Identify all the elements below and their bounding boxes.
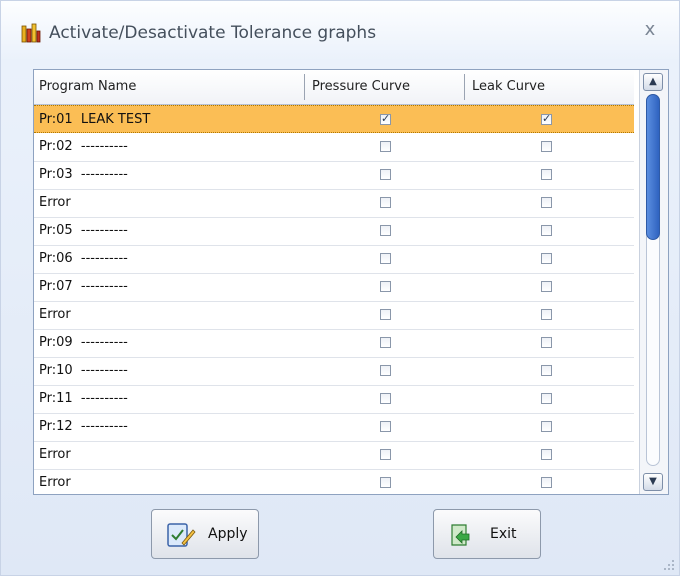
program-name-cell: Error bbox=[39, 447, 71, 462]
table-row[interactable]: Pr:06 ---------- bbox=[34, 245, 634, 274]
table-row[interactable]: Pr:09 ---------- bbox=[34, 329, 634, 358]
leak-curve-checkbox[interactable] bbox=[541, 337, 552, 348]
leak-curve-checkbox[interactable] bbox=[541, 253, 552, 264]
title-bar[interactable]: Activate/Desactivate Tolerance graphs x bbox=[1, 1, 679, 65]
column-header-pressure-curve[interactable]: Pressure Curve bbox=[312, 70, 410, 104]
program-name-cell: Pr:11 ---------- bbox=[39, 391, 128, 406]
leak-curve-checkbox[interactable] bbox=[541, 449, 552, 460]
pressure-curve-checkbox[interactable] bbox=[380, 281, 391, 292]
close-button[interactable]: x bbox=[639, 19, 661, 41]
scroll-down-button[interactable]: ▼ bbox=[643, 473, 663, 491]
pressure-curve-checkbox[interactable] bbox=[380, 477, 391, 488]
program-name-cell: Pr:02 ---------- bbox=[39, 139, 128, 154]
bar-chart-icon bbox=[21, 23, 41, 43]
checkmark-icon: ✓ bbox=[542, 112, 552, 125]
program-name-cell: Error bbox=[39, 195, 71, 210]
program-name-cell: Pr:06 ---------- bbox=[39, 251, 128, 266]
pressure-curve-checkbox[interactable] bbox=[380, 197, 391, 208]
table-row[interactable]: Pr:07 ---------- bbox=[34, 273, 634, 302]
apply-edit-icon bbox=[167, 523, 196, 547]
dialog-title: Activate/Desactivate Tolerance graphs bbox=[49, 23, 377, 43]
table-row[interactable]: Pr:02 ---------- bbox=[34, 133, 634, 162]
vertical-scrollbar[interactable]: ▲ ▼ bbox=[639, 70, 668, 494]
program-name-cell: Error bbox=[39, 475, 71, 490]
leak-curve-checkbox[interactable] bbox=[541, 365, 552, 376]
program-name-cell: Pr:07 ---------- bbox=[39, 279, 128, 294]
leak-curve-checkbox[interactable] bbox=[541, 309, 552, 320]
leak-curve-checkbox[interactable] bbox=[541, 281, 552, 292]
checkmark-icon: ✓ bbox=[381, 112, 391, 125]
table-row[interactable]: Pr:12 ---------- bbox=[34, 413, 634, 442]
table-row[interactable]: Error bbox=[34, 301, 634, 330]
leak-curve-checkbox[interactable] bbox=[541, 225, 552, 236]
column-divider[interactable] bbox=[304, 74, 305, 100]
column-divider[interactable] bbox=[464, 74, 465, 100]
scroll-thumb[interactable] bbox=[646, 94, 660, 240]
pressure-curve-checkbox[interactable]: ✓ bbox=[380, 112, 391, 125]
exit-label: Exit bbox=[490, 526, 517, 542]
pressure-curve-checkbox[interactable] bbox=[380, 393, 391, 404]
leak-curve-checkbox[interactable] bbox=[541, 393, 552, 404]
exit-door-icon bbox=[451, 524, 470, 546]
pressure-curve-checkbox[interactable] bbox=[380, 365, 391, 376]
program-name-cell: Pr:03 ---------- bbox=[39, 167, 128, 182]
column-header-program-name[interactable]: Program Name bbox=[39, 70, 136, 104]
table-row[interactable]: Error bbox=[34, 441, 634, 470]
pressure-curve-checkbox[interactable] bbox=[380, 421, 391, 432]
pressure-curve-checkbox[interactable] bbox=[380, 141, 391, 152]
table-row[interactable]: Pr:03 ---------- bbox=[34, 161, 634, 190]
apply-label: Apply bbox=[208, 526, 248, 542]
exit-button[interactable]: Exit bbox=[433, 509, 541, 559]
column-header-leak-curve[interactable]: Leak Curve bbox=[472, 70, 545, 104]
apply-button[interactable]: Apply bbox=[151, 509, 259, 559]
program-name-cell: Pr:09 ---------- bbox=[39, 335, 128, 350]
table-row[interactable]: Pr:05 ---------- bbox=[34, 217, 634, 246]
pressure-curve-checkbox[interactable] bbox=[380, 337, 391, 348]
leak-curve-checkbox[interactable] bbox=[541, 197, 552, 208]
grid-rows: Pr:01 LEAK TEST ✓ ✓ Pr:02 ---------- Pr:03 -… bbox=[34, 105, 634, 494]
programs-grid: Program Name Pressure Curve Leak Curve P… bbox=[33, 69, 669, 495]
scroll-up-button[interactable]: ▲ bbox=[643, 73, 663, 91]
pressure-curve-checkbox[interactable] bbox=[380, 309, 391, 320]
pressure-curve-checkbox[interactable] bbox=[380, 169, 391, 180]
table-row[interactable]: Pr:10 ---------- bbox=[34, 357, 634, 386]
program-name-cell: Pr:01 LEAK TEST bbox=[39, 112, 151, 127]
scroll-track[interactable] bbox=[646, 94, 660, 466]
resize-grip-icon[interactable] bbox=[661, 557, 675, 571]
program-name-cell: Pr:10 ---------- bbox=[39, 363, 128, 378]
leak-curve-checkbox[interactable] bbox=[541, 421, 552, 432]
grid-header: Program Name Pressure Curve Leak Curve bbox=[34, 70, 634, 105]
table-row[interactable]: Pr:11 ---------- bbox=[34, 385, 634, 414]
program-name-cell: Error bbox=[39, 307, 71, 322]
program-name-cell: Pr:05 ---------- bbox=[39, 223, 128, 238]
leak-curve-checkbox[interactable] bbox=[541, 169, 552, 180]
pressure-curve-checkbox[interactable] bbox=[380, 449, 391, 460]
table-row[interactable]: Error bbox=[34, 189, 634, 218]
leak-curve-checkbox[interactable] bbox=[541, 141, 552, 152]
tolerance-graphs-dialog: Activate/Desactivate Tolerance graphs x … bbox=[0, 0, 680, 576]
table-row[interactable]: Pr:01 LEAK TEST ✓ ✓ bbox=[34, 105, 634, 133]
leak-curve-checkbox[interactable]: ✓ bbox=[541, 112, 552, 125]
pressure-curve-checkbox[interactable] bbox=[380, 225, 391, 236]
program-name-cell: Pr:12 ---------- bbox=[39, 419, 128, 434]
table-row[interactable]: Error bbox=[34, 469, 634, 494]
leak-curve-checkbox[interactable] bbox=[541, 477, 552, 488]
pressure-curve-checkbox[interactable] bbox=[380, 253, 391, 264]
